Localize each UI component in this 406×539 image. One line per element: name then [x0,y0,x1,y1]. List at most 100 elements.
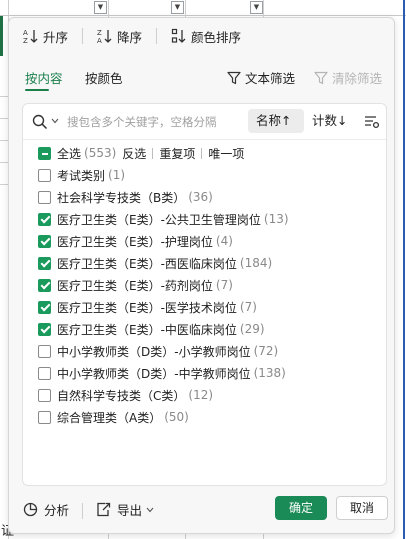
action-divider [152,147,154,159]
list-item[interactable]: 医疗卫生类（E类）-公共卫生管理岗位 (13) [23,208,386,230]
sort-ascending-button[interactable]: A Z 升序 [23,27,68,46]
item-checkbox[interactable] [38,212,51,226]
item-checkbox[interactable] [38,300,51,314]
export-icon [97,502,111,517]
pie-chart-icon [23,502,38,517]
export-button[interactable]: 导出 [96,500,160,519]
quick-actions: 反选 重复项 唯一项 [122,145,244,162]
item-checkbox[interactable] [38,388,51,402]
clear-filter-label: 清除筛选 [332,71,383,86]
sort-by-count-button[interactable]: 计数↓ [312,109,347,133]
item-checkbox[interactable] [38,322,51,336]
select-all-label: 全选 [57,146,82,161]
item-label: 医疗卫生类（E类）-中医临床岗位 [57,322,237,337]
select-all-count: (553) [84,146,117,160]
text-filter-button[interactable]: 文本筛选 [227,68,295,87]
value-list-panel: 名称↑ 计数↓ 全选 (553) 反选 重复项 唯一项 考试类别(1)社 [22,103,387,486]
list-settings-icon[interactable] [364,115,380,129]
sort-descending-button[interactable]: Z A 降序 [97,27,142,46]
invert-selection-link[interactable]: 反选 [122,145,146,162]
row-divider [0,118,8,119]
list-item[interactable]: 社会科学专技类（B类） (36) [23,186,386,208]
sort-toolbar: A Z 升序 Z A 降序 颜色排序 [9,18,394,54]
item-label: 医疗卫生类（E类）-公共卫生管理岗位 [57,212,261,227]
item-label: 综合管理类（A类） [57,410,162,425]
item-count: (7) [239,300,257,314]
sort-descending-icon: Z A [97,29,112,44]
search-row: 名称↑ 计数↓ [23,104,386,140]
toolbar-divider [156,28,158,44]
item-count: (12) [188,388,214,402]
sort-descending-label: 降序 [117,29,143,45]
row-divider [0,162,8,163]
list-item[interactable]: 医疗卫生类（E类）-医学技术岗位 (7) [23,296,386,318]
list-item[interactable]: 医疗卫生类（E类）-护理岗位 (4) [23,230,386,252]
item-label: 医疗卫生类（E类）-西医临床岗位 [57,256,237,271]
ok-button[interactable]: 确定 [275,496,327,520]
action-divider [201,147,203,159]
column-filter-button[interactable]: ▼ [94,1,107,14]
list-item[interactable]: 考试类别 (1) [23,164,386,186]
unique-link[interactable]: 唯一项 [208,145,244,162]
chevron-down-icon [146,507,154,512]
list-item[interactable]: 医疗卫生类（E类）-西医临床岗位 (184) [23,252,386,274]
selected-cell-edge [0,16,3,56]
svg-text:A: A [97,37,102,44]
svg-text:Z: Z [97,29,102,37]
item-label: 考试类别 [57,168,106,183]
clear-funnel-icon [314,71,328,84]
item-count: (36) [188,190,213,204]
item-checkbox[interactable] [38,190,51,204]
list-item[interactable]: 自然科学专技类（C类） (12) [23,384,386,406]
row-divider [0,184,8,185]
select-all-row[interactable]: 全选 (553) 反选 重复项 唯一项 [23,142,386,164]
item-label: 自然科学专技类（C类） [57,388,186,403]
value-list: 全选 (553) 反选 重复项 唯一项 考试类别 (1) 社会科学专技类（B类） (3… [23,142,386,428]
toolbar-divider [82,28,84,44]
item-count: (29) [239,322,265,336]
duplicates-link[interactable]: 重复项 [159,145,195,162]
item-count: (72) [253,344,279,358]
item-label: 医疗卫生类（E类）-医学技术岗位 [57,300,237,315]
item-label: 医疗卫生类（E类）-护理岗位 [57,234,213,249]
item-label: 中小学教师类（D类）-中学教师岗位 [57,366,251,381]
color-sort-button[interactable]: 颜色排序 [171,27,241,46]
list-item[interactable]: 医疗卫生类（E类）-药剂岗位 (7) [23,274,386,296]
item-checkbox[interactable] [38,256,51,270]
column-filter-button[interactable]: ▼ [250,1,263,14]
item-checkbox[interactable] [38,344,51,358]
filter-tabs: 按内容 按颜色 文本筛选 清除筛选 [9,62,394,92]
row-divider [0,140,8,141]
column-filter-button[interactable]: ▼ [171,1,184,14]
select-all-checkbox[interactable] [38,146,51,160]
item-checkbox[interactable] [38,410,51,424]
cancel-button[interactable]: 取消 [336,496,388,520]
item-checkbox[interactable] [38,366,51,380]
tab-by-color[interactable]: 按颜色 [85,68,123,87]
item-count: (50) [164,410,189,424]
list-item[interactable]: 中小学教师类（D类）-小学教师岗位 (72) [23,340,386,362]
tab-by-content[interactable]: 按内容 [25,68,63,87]
analyze-button[interactable]: 分析 [23,500,69,519]
row-divider [0,96,8,97]
sort-ascending-label: 升序 [43,29,69,45]
list-item[interactable]: 中小学教师类（D类）-中学教师岗位 (138) [23,362,386,384]
list-item[interactable]: 医疗卫生类（E类）-中医临床岗位 (29) [23,318,386,340]
item-checkbox[interactable] [38,234,51,248]
chevron-down-icon[interactable] [51,118,59,124]
item-checkbox[interactable] [38,168,51,182]
search-icon[interactable] [32,114,48,130]
sheet-right-border [403,0,405,539]
item-count: (7) [215,278,233,292]
list-item[interactable]: 综合管理类（A类） (50) [23,406,386,428]
clear-filter-button[interactable]: 清除筛选 [314,68,382,87]
analyze-label: 分析 [44,503,70,518]
text-filter-label: 文本筛选 [245,71,296,86]
item-count: (4) [215,234,233,248]
item-label: 中小学教师类（D类）-小学教师岗位 [57,344,251,359]
search-input[interactable] [67,113,243,131]
item-checkbox[interactable] [38,278,51,292]
sort-by-name-button[interactable]: 名称↑ [248,109,304,133]
filter-popup: A Z 升序 Z A 降序 颜色排序 按内容 按颜色 文本筛选 清除筛选 搜包含… [8,17,395,534]
svg-text:A: A [23,29,28,37]
